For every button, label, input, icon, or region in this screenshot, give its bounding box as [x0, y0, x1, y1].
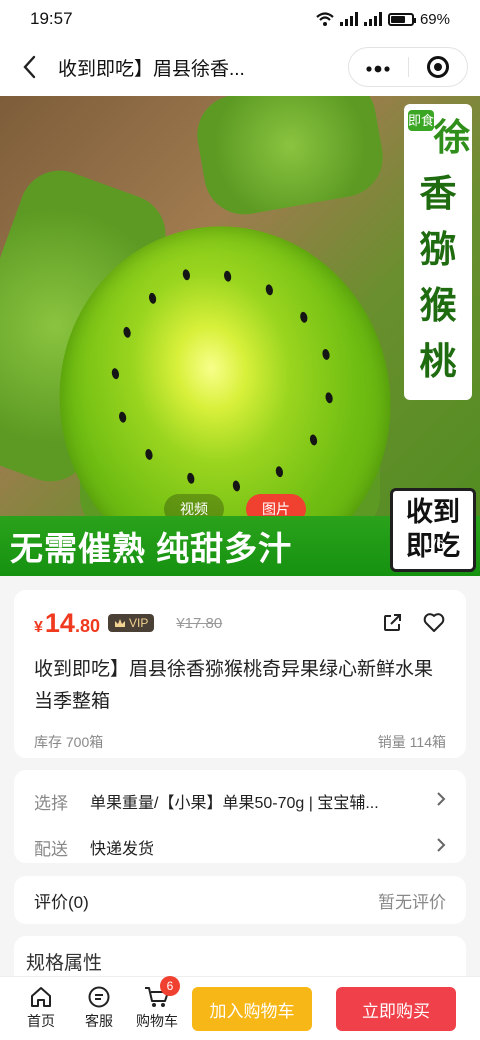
vip-label: VIP [128, 616, 149, 630]
current-price: ¥ 14 .80 [34, 608, 100, 639]
product-title: 收到即吃】眉县徐香猕猴桃奇异果绿心新鲜水果当季整箱 [34, 659, 434, 712]
hero-name-char: 猕 [419, 229, 457, 270]
battery-fill [390, 15, 405, 23]
hero-name-char: 猴 [419, 285, 457, 326]
spec-title: 规格属性 [26, 953, 103, 974]
hero-name-char: 桃 [419, 341, 457, 382]
stock-count: 库存 700箱 [34, 734, 104, 750]
price-integer: 14 [44, 607, 75, 638]
close-mini-program-button[interactable] [409, 56, 468, 78]
chevron-left-icon [23, 55, 36, 79]
chevron-right-icon [426, 790, 446, 813]
status-bar: 19:57 69% [0, 0, 480, 38]
signal-icon-2 [363, 12, 382, 26]
cart-label: 购物车 [136, 1013, 178, 1029]
status-time: 19:57 [30, 9, 73, 28]
favorite-button[interactable] [422, 611, 446, 635]
share-icon [384, 614, 401, 631]
buy-now-button[interactable]: 立即购买 [336, 987, 456, 1031]
original-price: ¥17.80 [176, 614, 223, 632]
sales-count: 销量 114箱 [377, 734, 446, 750]
review-label: 评价(0) [34, 892, 89, 912]
chevron-right-icon [426, 836, 446, 859]
hero-name-char: 香 [419, 173, 457, 214]
customer-service-button[interactable]: 客服 [70, 986, 128, 1031]
crown-icon [114, 619, 125, 627]
product-info-card: ¥ 14 .80 VIP ¥17.80 收到即吃】眉县徐香猕猴桃奇异果绿心新鲜水… [14, 590, 466, 758]
wifi-icon [316, 12, 334, 26]
price-decimal: .80 [74, 615, 100, 636]
chat-icon [88, 986, 110, 1008]
stock-row: 库存 700箱 销量 114箱 [34, 732, 446, 752]
target-icon [426, 56, 449, 78]
mini-program-capsule [348, 47, 468, 87]
review-empty-text: 暂无评价 [378, 892, 446, 912]
kiwi-skin-shape [190, 96, 390, 221]
heart-icon [423, 613, 445, 632]
banner-badge: 收到即吃 [390, 488, 476, 572]
more-button[interactable] [349, 56, 408, 79]
page-title: 收到即吃】眉县徐香... [58, 58, 245, 80]
cart-count-badge: 6 [160, 976, 180, 996]
hero-banner: 无需催熟 纯甜多汁 收到即吃 [0, 488, 480, 576]
option-label: 选择 [34, 793, 68, 813]
signal-icon [339, 12, 358, 26]
product-actions [380, 611, 446, 635]
status-icons: 69% [316, 11, 450, 28]
home-button[interactable]: 首页 [12, 986, 70, 1031]
review-card[interactable]: 评价(0) 暂无评价 [14, 876, 466, 924]
banner-slogan: 无需催熟 纯甜多汁 [10, 530, 293, 567]
option-label: 配送 [34, 839, 68, 859]
option-value: 单果重量/【小果】单果50-70g | 宝宝辅... [90, 795, 379, 812]
back-button[interactable] [14, 52, 44, 82]
service-label: 客服 [85, 1013, 113, 1029]
more-dots-icon [366, 65, 390, 72]
battery-percent: 69% [419, 10, 450, 28]
price-row: ¥ 14 .80 VIP ¥17.80 [34, 606, 446, 640]
option-delivery[interactable]: 配送 快递发货 [34, 824, 446, 870]
option-value: 快递发货 [90, 841, 155, 858]
add-to-cart-button[interactable]: 加入购物车 [192, 987, 312, 1031]
product-image-carousel[interactable]: 即食 徐 香 猕 猴 桃 视频 图片 无需催熟 纯甜多汁 收到即吃 1/6 [0, 96, 480, 576]
options-card: 选择 单果重量/【小果】单果50-70g | 宝宝辅... 配送 快递发货 [14, 770, 466, 863]
battery-icon [387, 12, 416, 26]
ready-to-eat-label: 即食 [408, 110, 434, 131]
share-button[interactable] [380, 611, 404, 635]
nav-bar: 收到即吃】眉县徐香... [0, 38, 480, 96]
image-counter: 1/6 [424, 536, 444, 552]
hero-name-char: 徐 [433, 117, 471, 158]
bottom-action-bar: 首页 客服 购物车 6 加入购物车 立即购买 [0, 976, 480, 1040]
home-icon [31, 987, 51, 1007]
hero-product-tag: 即食 徐 香 猕 猴 桃 [404, 104, 472, 400]
vip-badge: VIP [107, 614, 155, 632]
price-symbol: ¥ [34, 618, 43, 636]
home-label: 首页 [27, 1013, 55, 1029]
option-select-spec[interactable]: 选择 单果重量/【小果】单果50-70g | 宝宝辅... [34, 778, 446, 824]
cart-button[interactable]: 购物车 6 [128, 976, 186, 1031]
